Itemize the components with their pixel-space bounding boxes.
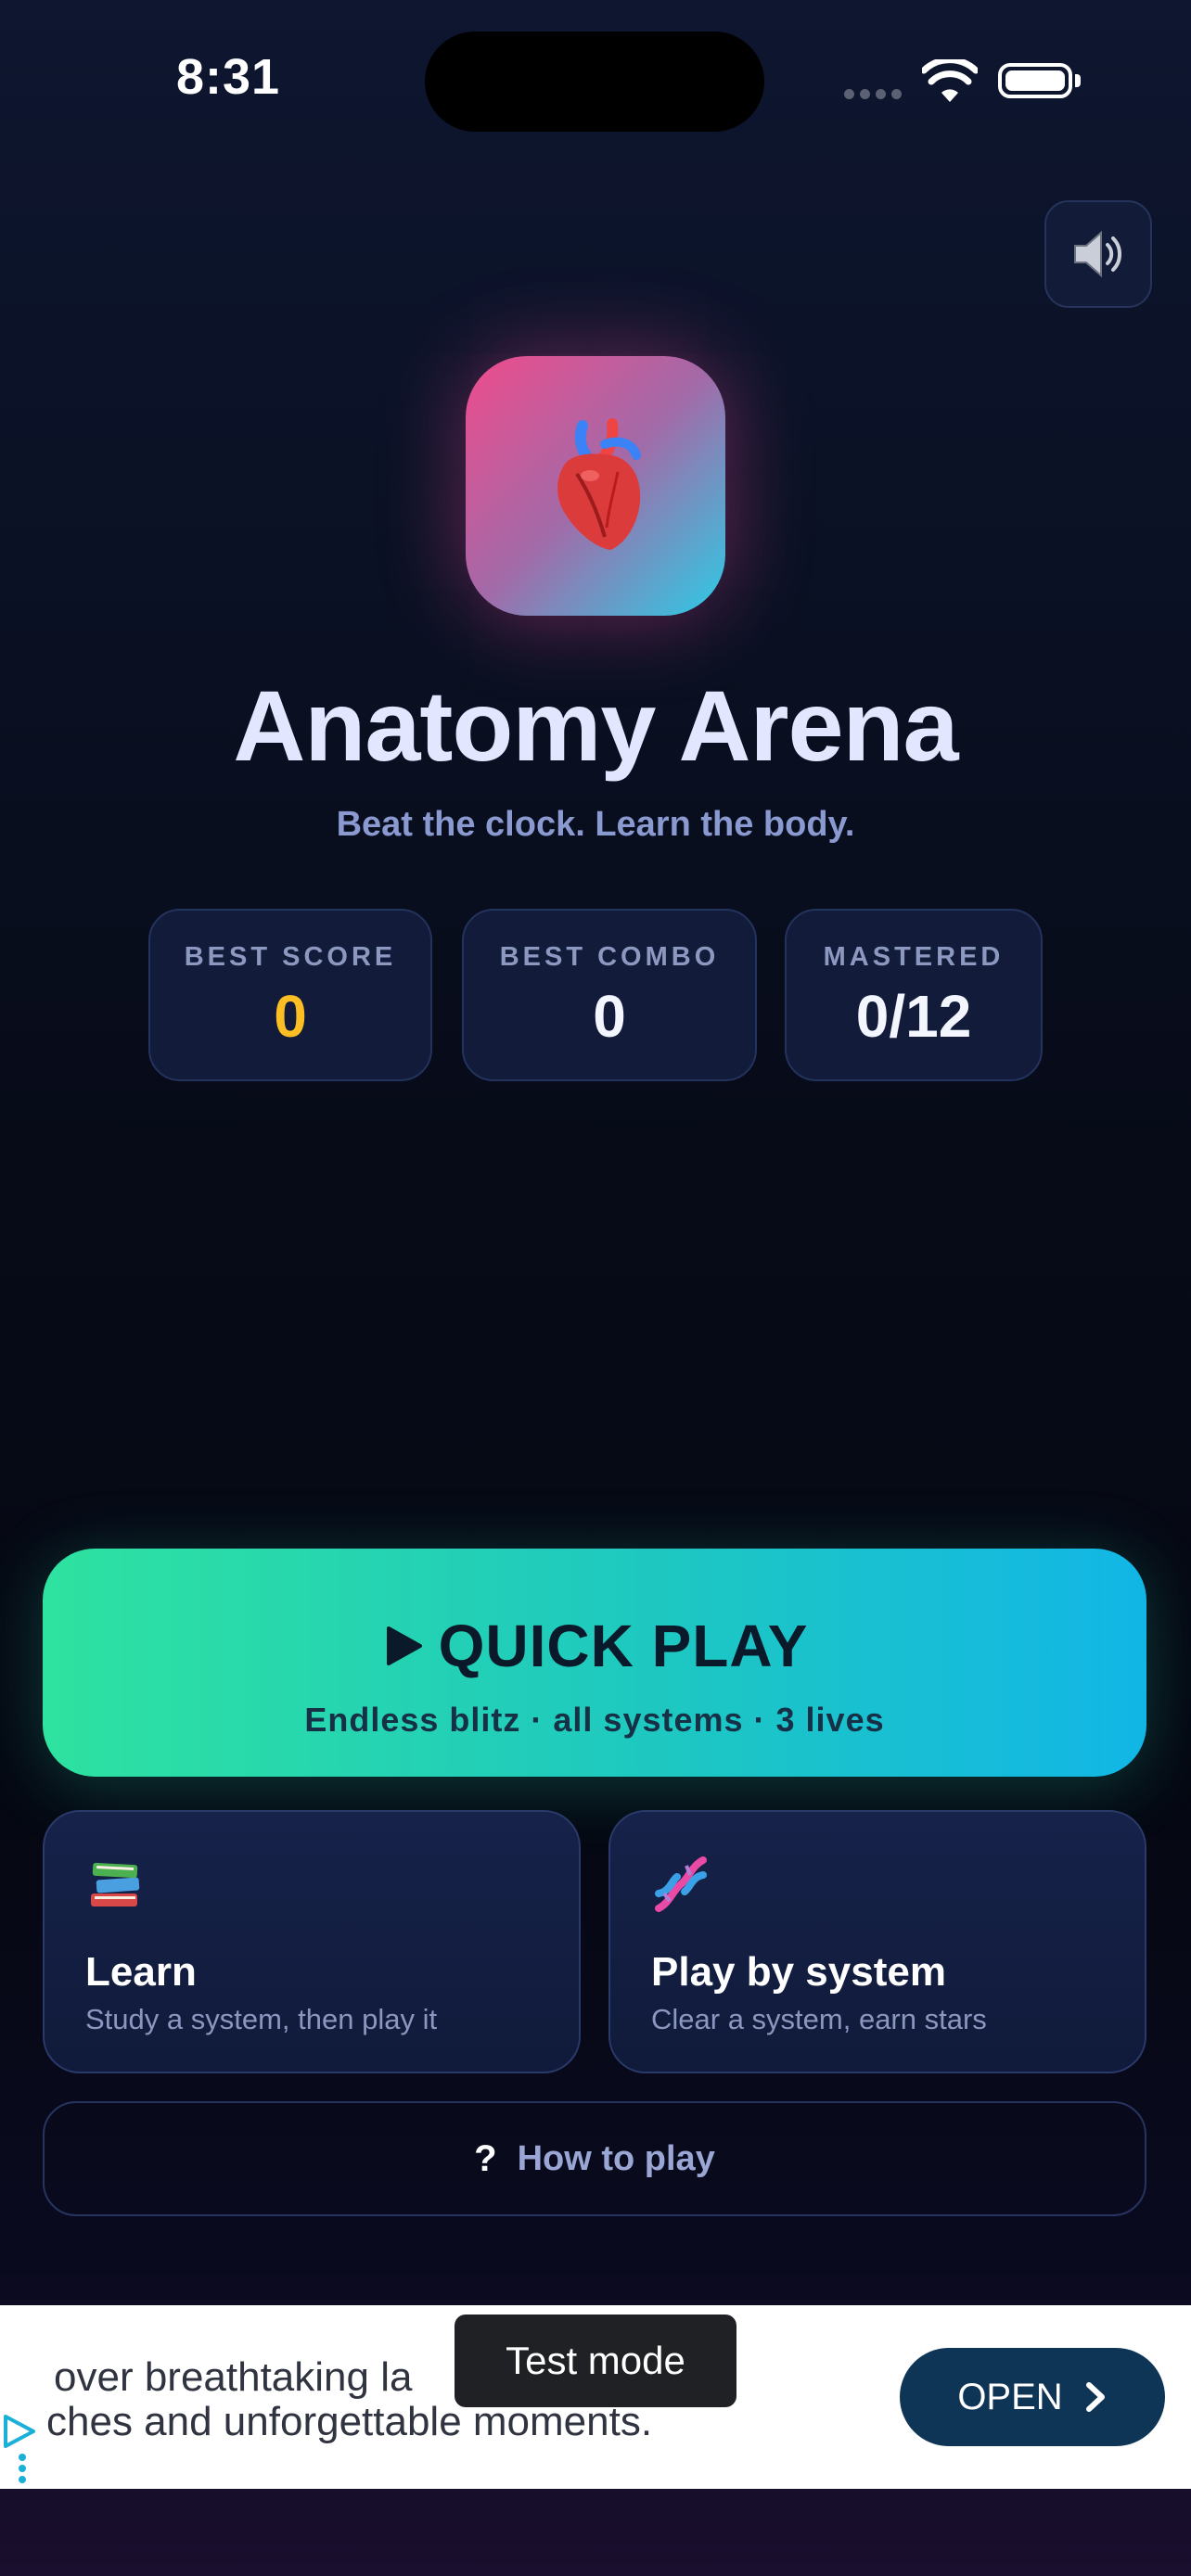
quick-play-title: QUICK PLAY [43, 1612, 1146, 1680]
how-to-play-label: How to play [517, 2138, 715, 2178]
battery-tip [1075, 74, 1081, 87]
dna-icon [655, 1856, 707, 1912]
app-tagline: Beat the clock. Learn the body. [336, 805, 855, 844]
play-by-system-card[interactable]: Play by system Clear a system, earn star… [608, 1810, 1146, 2073]
ad-choices-icon[interactable] [0, 2409, 39, 2487]
mode-title: Learn [85, 1949, 197, 1995]
test-mode-badge: Test mode [455, 2315, 736, 2407]
mode-subtitle: Clear a system, earn stars [651, 2003, 987, 2035]
anatomical-heart-icon [557, 418, 641, 550]
stat-best-score: BEST SCORE 0 [148, 909, 432, 1081]
stat-mastered: MASTERED 0/12 [785, 909, 1043, 1081]
wifi-icon [922, 59, 978, 102]
cellular-signal-icon [844, 89, 903, 100]
stat-value: 0 [274, 983, 307, 1050]
dynamic-island [425, 32, 764, 132]
question-mark-icon: ? [474, 2137, 497, 2179]
app-title: Anatomy Arena [233, 670, 958, 782]
ad-open-button[interactable]: OPEN [900, 2348, 1165, 2446]
sound-toggle-button[interactable] [1044, 200, 1152, 308]
mode-title: Play by system [651, 1949, 946, 1995]
learn-mode-card[interactable]: Learn Study a system, then play it [43, 1810, 581, 2073]
battery-icon [998, 63, 1072, 98]
stat-value: 0 [593, 983, 626, 1050]
how-to-play-button[interactable]: ? How to play [43, 2101, 1146, 2216]
stat-label: MASTERED [823, 942, 1005, 972]
play-icon [386, 1626, 422, 1665]
quick-play-subtitle: Endless blitz · all systems · 3 lives [304, 1701, 885, 1739]
stat-label: BEST COMBO [499, 942, 720, 972]
ad-open-label: OPEN [957, 2376, 1063, 2417]
stat-label: BEST SCORE [184, 942, 397, 972]
speaker-icon [1074, 230, 1122, 278]
chevron-right-icon [1085, 2382, 1105, 2412]
stat-value: 0/12 [855, 983, 972, 1050]
stat-best-combo: BEST COMBO 0 [462, 909, 757, 1081]
books-icon [91, 1862, 140, 1906]
quick-play-label: QUICK PLAY [438, 1613, 809, 1679]
quick-play-button[interactable]: QUICK PLAY Endless blitz · all systems ·… [43, 1549, 1146, 1777]
app-logo [466, 356, 725, 616]
status-time: 8:31 [176, 49, 281, 105]
mode-subtitle: Study a system, then play it [85, 2003, 438, 2035]
